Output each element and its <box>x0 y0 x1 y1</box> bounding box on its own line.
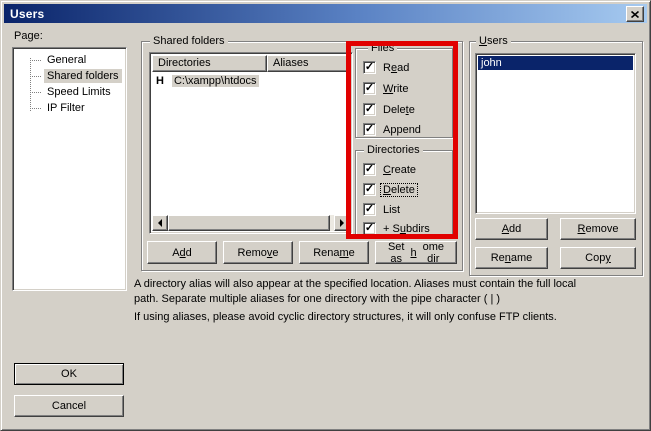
checkbox-delete-dirs[interactable]: ✓ Delete <box>363 183 417 196</box>
list-item-user-john[interactable]: john <box>478 56 633 70</box>
page-item-ip-filter[interactable]: IP Filter <box>16 100 123 116</box>
cyclic-note: If using aliases, please avoid cyclic di… <box>134 311 557 323</box>
scroll-left-button[interactable] <box>152 215 168 231</box>
page-listbox[interactable]: General Shared folders Speed Limits IP F… <box>12 47 127 291</box>
checkbox-write[interactable]: ✓ Write <box>363 82 410 95</box>
directories-listview[interactable]: Directories Aliases H C:\xampp\htdocs <box>149 52 353 234</box>
scroll-right-button[interactable] <box>334 215 350 231</box>
page-item-label-selected: Shared folders <box>44 69 122 83</box>
add-user-button[interactable]: Add <box>475 218 548 240</box>
checkbox-delete-files-label: Delete <box>381 104 417 116</box>
checkbox-create-label: Create <box>381 164 418 176</box>
users-listbox[interactable]: john <box>475 53 636 214</box>
page-item-label: IP Filter <box>44 101 88 115</box>
close-icon <box>631 11 639 18</box>
alias-note-line2: path. Separate multiple aliases for one … <box>134 293 500 305</box>
checkbox-subdirs-label: + Subdirs <box>381 223 432 235</box>
checkbox-write-label: Write <box>381 83 410 95</box>
rename-folder-button[interactable]: Rename <box>299 241 369 264</box>
title-bar[interactable]: Users <box>4 4 647 23</box>
column-header-directories[interactable]: Directories <box>152 55 267 72</box>
remove-folder-button[interactable]: Remove <box>223 241 293 264</box>
checkbox-list-label: List <box>381 204 402 216</box>
checkbox-delete-files[interactable]: ✓ Delete <box>363 103 417 116</box>
checkbox-write-box[interactable]: ✓ <box>363 82 376 95</box>
checkbox-subdirs-box[interactable]: ✓ <box>363 222 376 235</box>
checkbox-list[interactable]: ✓ List <box>363 203 402 216</box>
checkbox-append[interactable]: ✓ Append <box>363 123 423 136</box>
checkbox-create[interactable]: ✓ Create <box>363 163 418 176</box>
horizontal-scrollbar[interactable] <box>152 215 350 231</box>
page-item-shared-folders[interactable]: Shared folders <box>16 68 123 84</box>
page-label: Page: <box>14 30 43 42</box>
directories-group-label: Directories <box>364 144 423 157</box>
home-dir-marker: H <box>156 75 164 87</box>
checkbox-read-box[interactable]: ✓ <box>363 61 376 74</box>
checkbox-append-box[interactable]: ✓ <box>363 123 376 136</box>
directory-path: C:\xampp\htdocs <box>172 75 259 87</box>
checkbox-delete-dirs-label: Delete <box>381 184 417 196</box>
window-title: Users <box>10 7 44 21</box>
rename-user-button[interactable]: Rename <box>475 247 548 269</box>
add-folder-button[interactable]: Add <box>147 241 217 264</box>
checkbox-subdirs[interactable]: ✓ + Subdirs <box>363 222 432 235</box>
scroll-right-icon <box>340 219 344 227</box>
scrollbar-thumb[interactable] <box>168 215 330 231</box>
set-as-home-dir-button[interactable]: Set as home dir <box>375 241 457 264</box>
checkbox-delete-files-box[interactable]: ✓ <box>363 103 376 116</box>
remove-user-button[interactable]: Remove <box>560 218 636 240</box>
table-row[interactable]: H C:\xampp\htdocs <box>152 74 259 88</box>
cancel-button[interactable]: Cancel <box>14 395 124 417</box>
users-group-label: Users <box>476 35 511 48</box>
checkbox-create-box[interactable]: ✓ <box>363 163 376 176</box>
users-dialog: Users Page: General Shared folders Speed… <box>0 0 651 431</box>
checkbox-read-label: Read <box>381 62 411 74</box>
close-button[interactable] <box>626 6 644 22</box>
page-item-label: General <box>44 53 89 67</box>
checkbox-list-box[interactable]: ✓ <box>363 203 376 216</box>
checkbox-read[interactable]: ✓ Read <box>363 61 411 74</box>
checkbox-append-label: Append <box>381 124 423 136</box>
copy-user-button[interactable]: Copy <box>560 247 636 269</box>
files-group-label: Files <box>368 42 397 55</box>
column-header-aliases[interactable]: Aliases <box>267 55 350 72</box>
page-item-general[interactable]: General <box>16 52 123 68</box>
alias-note-line1: A directory alias will also appear at th… <box>134 278 576 290</box>
page-item-speed-limits[interactable]: Speed Limits <box>16 84 123 100</box>
shared-folders-group-label: Shared folders <box>150 35 228 48</box>
ok-button[interactable]: OK <box>14 363 124 385</box>
page-item-label: Speed Limits <box>44 85 114 99</box>
checkbox-delete-dirs-box[interactable]: ✓ <box>363 183 376 196</box>
scroll-left-icon <box>158 219 162 227</box>
listview-header: Directories Aliases <box>152 55 350 72</box>
